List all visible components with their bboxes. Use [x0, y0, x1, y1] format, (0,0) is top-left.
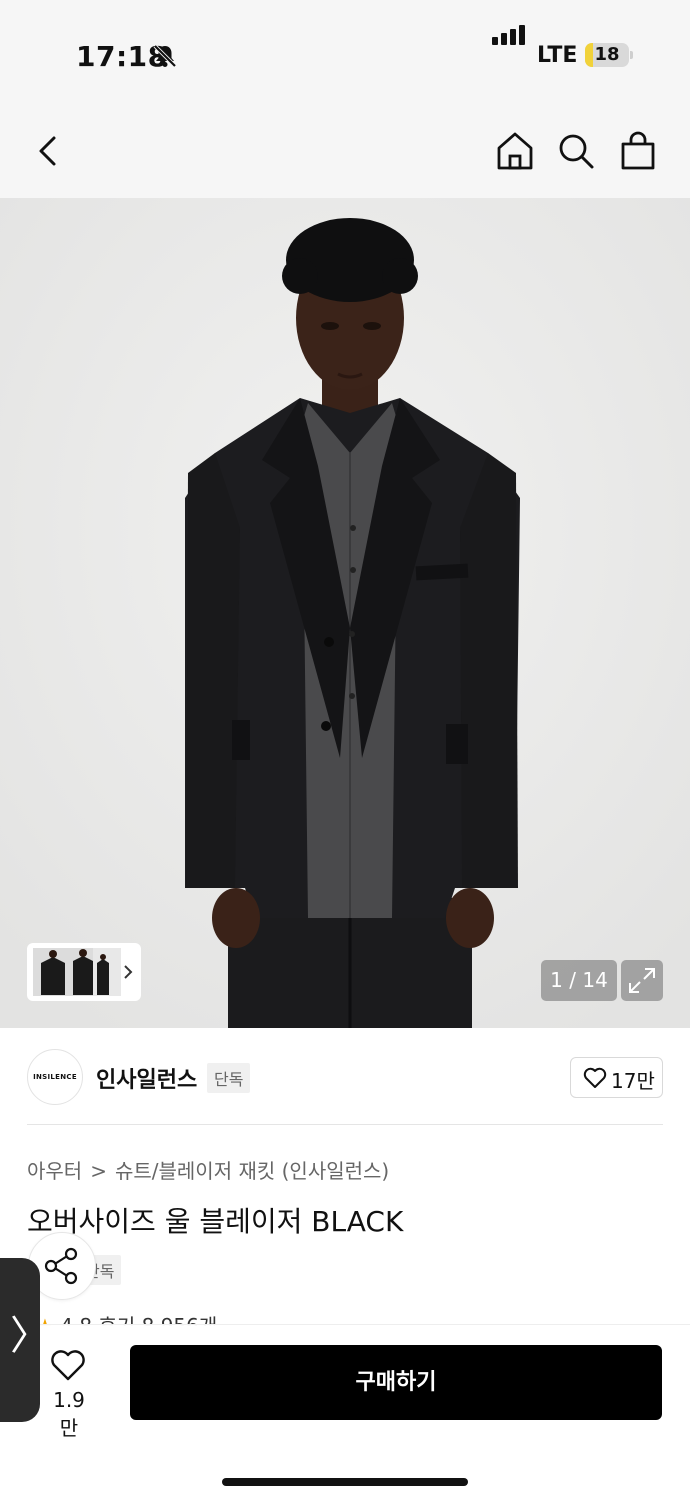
home-icon[interactable]	[494, 130, 536, 172]
image-counter: 1 / 14	[541, 960, 617, 1001]
chevron-right-icon: 〉	[10, 1313, 50, 1359]
breadcrumb-separator: >	[90, 1159, 107, 1183]
bell-slash-icon	[153, 44, 177, 68]
heart-icon[interactable]	[50, 1350, 86, 1382]
exclusive-brand-badge: 단독	[207, 1063, 251, 1093]
expand-button[interactable]	[621, 960, 663, 1001]
breadcrumb-item-blazer[interactable]: 슈트/블레이저 재킷 (인사일런스)	[115, 1159, 389, 1183]
brand-logo[interactable]: INSILENCE	[27, 1049, 83, 1105]
thumbnail-strip[interactable]	[27, 943, 141, 1001]
breadcrumb-item-outer[interactable]: 아우터	[27, 1159, 82, 1183]
home-indicator[interactable]	[222, 1478, 468, 1486]
battery-icon: 18	[585, 43, 629, 67]
brand-like-button[interactable]: 17만	[570, 1057, 663, 1098]
top-nav	[0, 110, 690, 198]
back-icon[interactable]	[28, 130, 70, 172]
shopping-bag-icon[interactable]	[617, 130, 659, 172]
divider	[27, 1124, 663, 1125]
brand-name[interactable]: 인사일런스	[96, 1062, 197, 1094]
buy-button[interactable]: 구매하기	[130, 1345, 662, 1420]
breadcrumb: 아우터 > 슈트/블레이저 재킷 (인사일런스)	[27, 1155, 389, 1184]
battery-cap	[630, 51, 633, 59]
brand-like-count: 17만	[611, 1069, 655, 1093]
carrier-label: LTE	[537, 43, 578, 68]
heart-icon	[583, 1067, 607, 1088]
side-panel-handle[interactable]: 〉	[0, 1258, 50, 1422]
battery-level: 18	[594, 44, 620, 65]
search-icon[interactable]	[555, 130, 597, 172]
expand-icon	[629, 968, 655, 993]
wish-count: 1.9만	[53, 1388, 85, 1440]
model-photo	[0, 198, 690, 1028]
chevron-right-icon	[124, 965, 133, 979]
product-image[interactable]	[0, 198, 690, 1028]
